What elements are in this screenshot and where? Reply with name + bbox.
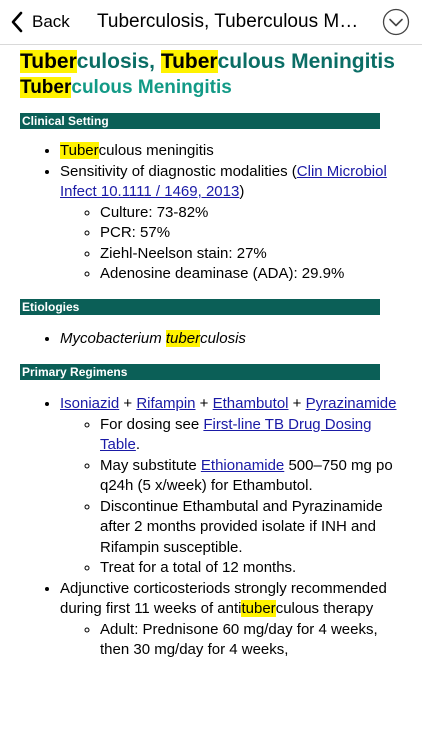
section-header-primary-regimens: Primary Regimens bbox=[20, 364, 380, 380]
drug-link-pyrazinamide[interactable]: Pyrazinamide bbox=[306, 395, 397, 412]
list-item-text: Sensitivity of diagnostic modalities ( bbox=[60, 162, 297, 180]
list-item-text: culous therapy bbox=[275, 600, 374, 617]
search-highlight: Tuber bbox=[20, 77, 72, 98]
list-item: Isoniazid + Rifampin + Ethambutol + Pyra… bbox=[60, 394, 402, 579]
back-label: Back bbox=[32, 12, 70, 31]
sublist-item: Adenosine deaminase (ADA): 29.9% bbox=[100, 264, 402, 285]
section-header-clinical-setting: Clinical Setting bbox=[20, 113, 380, 129]
list-item-text: Mycobacterium bbox=[60, 329, 166, 347]
search-highlight: Tuber bbox=[20, 50, 77, 73]
sublist-text: May substitute bbox=[100, 456, 201, 474]
sublist-item: PCR: 57% bbox=[100, 223, 402, 244]
drug-link-isoniazid[interactable]: Isoniazid bbox=[60, 395, 119, 412]
list-item: Tuberculous meningitis bbox=[60, 141, 402, 162]
search-highlight: Tuber bbox=[60, 142, 99, 159]
drug-link-ethambutol[interactable]: Ethambutol bbox=[213, 395, 289, 412]
list-item-text: culous meningitis bbox=[98, 142, 214, 159]
sublist-item: Adult: Prednisone 60 mg/day for 4 weeks,… bbox=[100, 620, 402, 661]
list-item-text: culosis bbox=[200, 329, 246, 347]
chevron-down-circle-icon[interactable] bbox=[382, 8, 410, 36]
navigation-bar: Back Tuberculosis, Tuberculous Meningiti… bbox=[0, 0, 422, 45]
back-button[interactable]: Back bbox=[10, 11, 70, 33]
sensitivity-sublist: Culture: 73-82% PCR: 57% Ziehl-Neelson s… bbox=[60, 203, 402, 285]
list-item: Adjunctive corticosteriods strongly reco… bbox=[60, 579, 402, 661]
drug-link-ethionamide[interactable]: Ethionamide bbox=[201, 457, 284, 474]
primary-regimens-list: Isoniazid + Rifampin + Ethambutol + Pyra… bbox=[20, 394, 402, 661]
heading-text: culous Meningitis bbox=[217, 50, 395, 73]
sublist-text: . bbox=[135, 436, 141, 453]
etiologies-list: Mycobacterium tuberculosis bbox=[20, 329, 402, 350]
article-subheading: Tuberculous Meningitis bbox=[20, 76, 402, 100]
section-header-etiologies: Etiologies bbox=[20, 298, 380, 315]
plus-sign: + bbox=[119, 395, 137, 412]
regimen-sublist: For dosing see First-line TB Drug Dosing… bbox=[60, 415, 402, 579]
plus-sign: + bbox=[288, 395, 306, 412]
sublist-text: For dosing see bbox=[100, 415, 204, 433]
page-title: Tuberculosis, Tuberculous Meningitis bbox=[97, 11, 367, 32]
sublist-item: Culture: 73-82% bbox=[100, 203, 402, 224]
sublist-item: For dosing see First-line TB Drug Dosing… bbox=[100, 415, 402, 456]
list-item: Sensitivity of diagnostic modalities (Cl… bbox=[60, 162, 402, 285]
list-item-text: ) bbox=[239, 183, 245, 200]
clinical-setting-list: Tuberculous meningitis Sensitivity of di… bbox=[20, 141, 402, 285]
search-highlight: Tuber bbox=[160, 50, 218, 73]
search-highlight: tuber bbox=[165, 329, 201, 347]
chevron-left-icon bbox=[11, 11, 23, 33]
subheading-text: culous Meningitis bbox=[71, 77, 232, 98]
search-highlight: tuber bbox=[241, 600, 276, 617]
sublist-item: Treat for a total of 12 months. bbox=[100, 558, 402, 579]
article-content: Tuberculosis, Tuberculous Meningitis Tub… bbox=[0, 49, 422, 661]
sublist-item: Ziehl-Neelson stain: 27% bbox=[100, 244, 402, 265]
corticosteroid-sublist: Adult: Prednisone 60 mg/day for 4 weeks,… bbox=[60, 620, 402, 661]
drug-link-rifampin[interactable]: Rifampin bbox=[136, 395, 195, 412]
sublist-item: Discontinue Ethambutal and Pyrazinamide … bbox=[100, 497, 402, 559]
list-item: Mycobacterium tuberculosis bbox=[60, 329, 402, 350]
sublist-item: May substitute Ethionamide 500–750 mg po… bbox=[100, 456, 402, 497]
heading-text: culosis, bbox=[76, 50, 161, 73]
article-heading: Tuberculosis, Tuberculous Meningitis bbox=[20, 49, 402, 74]
plus-sign: + bbox=[195, 395, 213, 412]
